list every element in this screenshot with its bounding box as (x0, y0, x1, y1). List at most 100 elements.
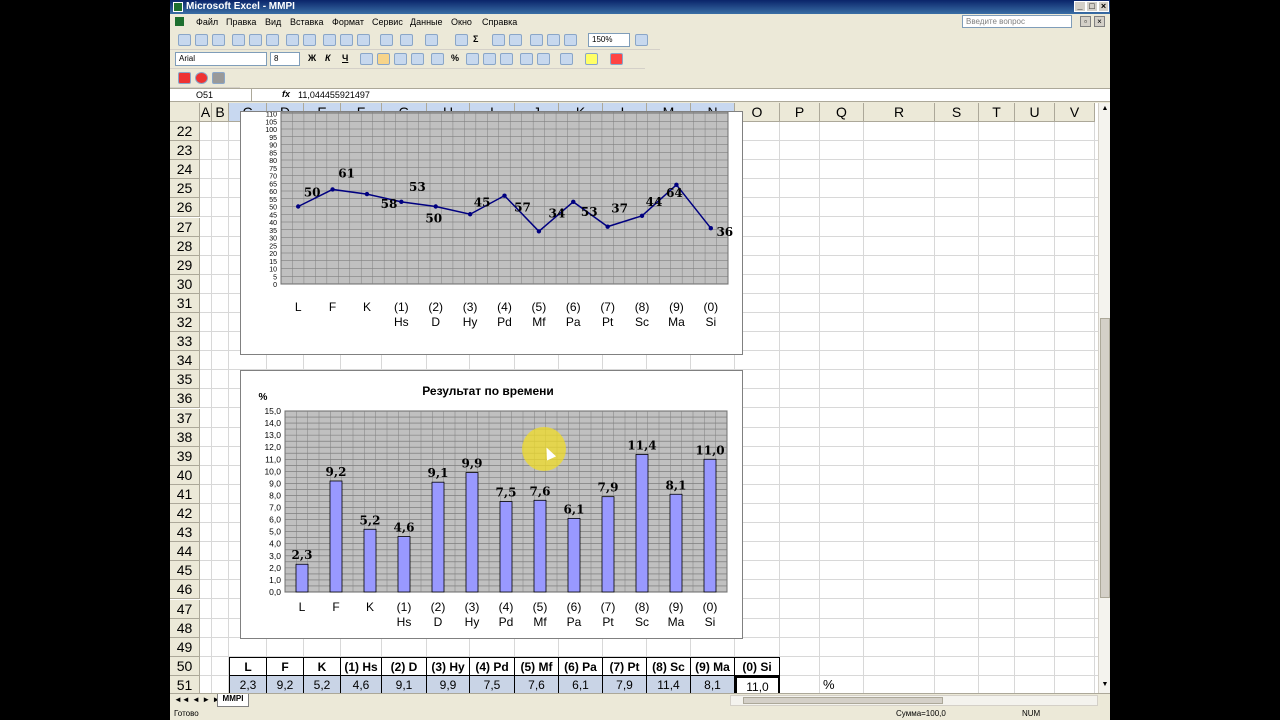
row-header[interactable]: 42 (170, 504, 200, 523)
research-icon[interactable] (303, 34, 316, 46)
font-color-icon[interactable] (610, 53, 623, 65)
decrease-decimal-icon[interactable] (500, 53, 513, 65)
row-header[interactable]: 23 (170, 141, 200, 161)
table-value-cell[interactable]: 2,3 (229, 675, 267, 693)
table-value-cell[interactable]: 9,2 (267, 675, 304, 693)
line-chart[interactable]: 0 5 10 15 20 25 30 35 40 45 50 55 60 65 70 75 80 85 90 95 10… (240, 111, 743, 355)
scroll-up-arrow[interactable]: ▲ (1100, 105, 1110, 115)
font-name-select[interactable]: Arial (175, 52, 267, 66)
table-header-cell[interactable]: (5) Mf (515, 656, 559, 676)
column-header[interactable]: T (979, 103, 1015, 122)
row-header[interactable]: 39 (170, 446, 200, 466)
table-header-cell[interactable]: L (229, 656, 267, 676)
table-header-cell[interactable]: (2) D (382, 656, 427, 676)
menu-item[interactable]: Вставка (290, 17, 323, 27)
horizontal-scrollbar[interactable] (730, 695, 1098, 706)
table-value-cell[interactable]: 4,6 (341, 675, 382, 693)
insert-function-icon[interactable]: fx (282, 89, 290, 99)
sheet-tab-mmpi[interactable]: MMPI (217, 694, 249, 707)
hyperlink-icon[interactable] (455, 34, 468, 46)
open-icon[interactable] (195, 34, 208, 46)
formula-input[interactable]: 11,044455921497 (298, 90, 370, 100)
close-button[interactable]: × (1098, 1, 1109, 12)
row-header[interactable]: 32 (170, 313, 200, 332)
table-value-cell[interactable]: 7,6 (515, 675, 559, 693)
menu-item[interactable]: Сервис (372, 17, 403, 27)
row-header[interactable]: 48 (170, 618, 200, 638)
row-header[interactable]: 30 (170, 274, 200, 294)
bar-chart[interactable]: Результат по времени% 0,0 1,0 2,0 3,0 4,0 5,0 6… (240, 370, 743, 639)
select-all-corner[interactable] (170, 103, 200, 122)
menu-item[interactable]: Вид (265, 17, 281, 27)
row-header[interactable]: 37 (170, 408, 200, 428)
redo-icon[interactable] (425, 34, 438, 46)
table-header-cell[interactable]: (3) Hy (427, 656, 470, 676)
row-header[interactable]: 44 (170, 542, 200, 562)
align-left-icon[interactable] (360, 53, 373, 65)
column-header[interactable]: Q (820, 103, 864, 122)
row-header[interactable]: 26 (170, 198, 200, 218)
row-header[interactable]: 36 (170, 389, 200, 409)
format-painter-icon[interactable] (380, 34, 393, 46)
autosum-icon[interactable]: Σ (473, 34, 478, 44)
table-header-cell[interactable]: (9) Ma (691, 656, 735, 676)
row-header[interactable]: 29 (170, 255, 200, 275)
row-header[interactable]: 38 (170, 427, 200, 447)
menu-item[interactable]: Правка (226, 17, 256, 27)
column-header[interactable]: B (212, 103, 229, 122)
help-icon[interactable] (635, 34, 648, 46)
help-search-input[interactable]: Введите вопрос (962, 15, 1072, 28)
menu-item[interactable]: Окно (451, 17, 472, 27)
name-box[interactable]: O51 (172, 89, 252, 102)
row-header[interactable]: 27 (170, 217, 200, 237)
row-header[interactable]: 33 (170, 332, 200, 352)
row-header[interactable]: 43 (170, 523, 200, 543)
row-header[interactable]: 34 (170, 351, 200, 371)
row-header[interactable]: 41 (170, 484, 200, 504)
table-value-cell[interactable]: 9,9 (427, 675, 470, 693)
bold-button[interactable]: Ж (308, 53, 316, 63)
spelling-icon[interactable] (286, 34, 299, 46)
merge-center-icon[interactable] (411, 53, 424, 65)
row-header[interactable]: 45 (170, 561, 200, 581)
font-size-select[interactable]: 8 (270, 52, 300, 66)
undo-icon[interactable] (400, 34, 413, 46)
sort-descending-icon[interactable] (509, 34, 522, 46)
sort-ascending-icon[interactable] (492, 34, 505, 46)
fill-color-icon[interactable] (585, 53, 598, 65)
row-header[interactable]: 47 (170, 599, 200, 619)
table-header-cell[interactable]: F (267, 656, 304, 676)
column-header[interactable]: S (935, 103, 979, 122)
vertical-scrollbar[interactable]: ▲ ▼ (1098, 103, 1110, 693)
column-header[interactable]: U (1015, 103, 1055, 122)
zoom-select[interactable]: 150% (588, 33, 630, 47)
row-header[interactable]: 31 (170, 293, 200, 313)
zoom-icon[interactable] (564, 34, 577, 46)
pdf-settings-icon[interactable] (212, 72, 225, 84)
permission-icon[interactable] (232, 34, 245, 46)
table-header-cell[interactable]: (7) Pt (603, 656, 647, 676)
chart-wizard-icon[interactable] (530, 34, 543, 46)
workbook-close-button[interactable]: × (1094, 16, 1105, 27)
table-value-cell[interactable]: 5,2 (304, 675, 341, 693)
row-header[interactable]: 49 (170, 637, 200, 657)
row-header[interactable]: 25 (170, 179, 200, 199)
scroll-thumb[interactable] (1100, 318, 1110, 598)
column-header[interactable]: R (864, 103, 935, 122)
print-preview-icon[interactable] (266, 34, 279, 46)
table-header-cell[interactable]: (1) Hs (341, 656, 382, 676)
row-header[interactable]: 35 (170, 370, 200, 390)
row-header[interactable]: 22 (170, 122, 200, 141)
table-header-cell[interactable]: (0) Si (735, 656, 780, 676)
currency-icon[interactable] (431, 53, 444, 65)
italic-button[interactable]: К (325, 53, 331, 63)
table-value-cell[interactable]: 11,4 (647, 675, 691, 693)
percent-button[interactable]: % (451, 53, 459, 63)
new-icon[interactable] (178, 34, 191, 46)
table-header-cell[interactable]: K (304, 656, 341, 676)
save-icon[interactable] (212, 34, 225, 46)
column-header[interactable]: V (1055, 103, 1095, 122)
copy-icon[interactable] (340, 34, 353, 46)
row-header[interactable]: 46 (170, 580, 200, 600)
table-value-cell[interactable]: 9,1 (382, 675, 427, 693)
